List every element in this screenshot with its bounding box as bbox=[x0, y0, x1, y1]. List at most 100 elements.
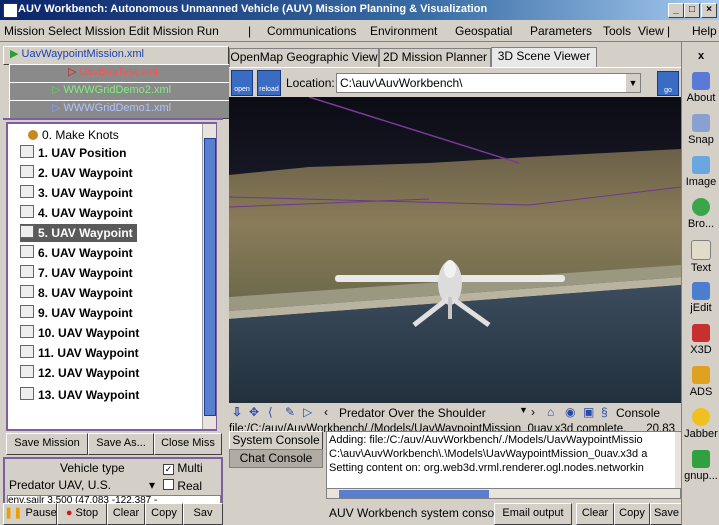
multi-checkbox[interactable]: ✓ Multi bbox=[163, 461, 203, 475]
prev-viewpoint-icon[interactable]: ‹ bbox=[324, 405, 328, 419]
email-output-button[interactable]: Email output bbox=[494, 503, 572, 525]
copy-console-button[interactable]: Copy bbox=[614, 503, 650, 525]
multi-label: Multi bbox=[177, 461, 203, 475]
menu-separator: | bbox=[248, 24, 252, 38]
rotate-icon[interactable]: ⟨ bbox=[268, 405, 273, 419]
go-button[interactable]: go bbox=[657, 71, 679, 96]
close-window-button[interactable]: × bbox=[701, 3, 717, 18]
stop-icon: ● bbox=[65, 507, 73, 519]
tree-item[interactable]: 2. UAV Waypoint bbox=[20, 164, 133, 182]
file-tab-wwwgrid1[interactable]: ▷ WWWGridDemo1.xml bbox=[9, 100, 263, 119]
tab-chat-console[interactable]: Chat Console bbox=[229, 449, 323, 468]
scroll-thumb[interactable] bbox=[204, 138, 216, 416]
go-label: go bbox=[664, 87, 672, 94]
x3d-button[interactable]: X3D bbox=[682, 324, 719, 356]
tree-item-label: 1. UAV Position bbox=[38, 146, 127, 160]
next-viewpoint-icon[interactable]: › bbox=[531, 405, 535, 419]
menu-environment[interactable]: Environment bbox=[370, 24, 437, 38]
jabber-button[interactable]: Jabber bbox=[682, 408, 719, 440]
snap-button[interactable]: Snap bbox=[682, 114, 719, 146]
about-label: About bbox=[686, 92, 716, 104]
stop-button[interactable]: ● Stop bbox=[57, 503, 107, 525]
console-hscrollbar[interactable] bbox=[326, 488, 681, 499]
tree-item[interactable]: 8. UAV Waypoint bbox=[20, 284, 133, 302]
browse-button[interactable]: Bro... bbox=[682, 198, 719, 230]
binoculars-icon[interactable]: ◉ bbox=[565, 405, 575, 419]
real-checkbox[interactable]: Real bbox=[163, 479, 202, 493]
play-icon[interactable]: ▷ bbox=[303, 405, 312, 419]
tree-scrollbar[interactable] bbox=[202, 124, 216, 429]
position-icon bbox=[20, 145, 34, 158]
tab-mission-planner[interactable]: 2D Mission Planner bbox=[379, 48, 491, 67]
waypoint-icon bbox=[20, 305, 34, 318]
save-log-button[interactable]: Sav bbox=[183, 503, 223, 525]
jedit-button[interactable]: jEdit bbox=[682, 282, 719, 314]
tree-item[interactable]: 6. UAV Waypoint bbox=[20, 244, 133, 262]
reload-button[interactable]: reload bbox=[257, 70, 281, 96]
tree-item[interactable]: 13. UAV Waypoint bbox=[20, 386, 139, 404]
ads-button[interactable]: ADS bbox=[682, 366, 719, 398]
menu-communications[interactable]: Communications bbox=[267, 24, 356, 38]
save-mission-button[interactable]: Save Mission bbox=[6, 433, 88, 455]
scroll-thumb[interactable] bbox=[339, 490, 489, 498]
mission-tree[interactable]: 0. Make Knots 1. UAV Position 2. UAV Way… bbox=[6, 122, 217, 431]
image-button[interactable]: Image bbox=[682, 156, 719, 188]
tree-item-make-knots[interactable]: 0. Make Knots bbox=[12, 126, 119, 144]
save-console-button[interactable]: Save bbox=[650, 503, 683, 525]
pan-icon[interactable]: ✥ bbox=[249, 405, 259, 419]
console-output[interactable]: Adding: file:/C:/auv/AuvWorkbench/./Mode… bbox=[326, 431, 687, 493]
home-icon[interactable]: ⌂ bbox=[547, 405, 554, 419]
chevron-down-icon[interactable]: ▼ bbox=[626, 74, 640, 92]
save-as-button[interactable]: Save As... bbox=[88, 433, 154, 455]
tree-item[interactable]: 11. UAV Waypoint bbox=[20, 344, 139, 362]
camera-icon bbox=[692, 114, 710, 132]
3d-scene-view[interactable] bbox=[229, 97, 681, 403]
clear-console-button[interactable]: Clear bbox=[576, 503, 614, 525]
gnuplot-button[interactable]: gnup... bbox=[682, 450, 719, 482]
file-tab-wwwgrid2[interactable]: ▷ WWWGridDemo2.xml bbox=[9, 82, 263, 101]
tree-item[interactable]: 1. UAV Position bbox=[20, 144, 126, 162]
nav-arrows-icon[interactable]: ⇩ bbox=[232, 405, 242, 419]
open-button[interactable]: open bbox=[231, 70, 253, 96]
menu-tools[interactable]: Tools bbox=[603, 24, 631, 38]
tab-3d-scene-viewer[interactable]: 3D Scene Viewer bbox=[491, 47, 597, 68]
tree-item-label: 8. UAV Waypoint bbox=[38, 286, 133, 300]
tree-item[interactable]: 4. UAV Waypoint bbox=[20, 204, 133, 222]
file-tab-uavwaypoint[interactable]: ▶ UavWaypointMission.xml bbox=[3, 46, 229, 65]
location-label: Location: bbox=[286, 76, 335, 90]
viewer-toolbar: open reload Location: C:\auv\AuvWorkbenc… bbox=[229, 67, 681, 97]
tab-system-console[interactable]: System Console bbox=[229, 431, 323, 450]
location-input[interactable]: C:\auv\AuvWorkbench\ ▼ bbox=[336, 73, 641, 93]
minimize-button[interactable]: _ bbox=[668, 3, 684, 18]
console-icon[interactable]: § bbox=[601, 405, 608, 419]
gnuplot-icon bbox=[692, 450, 710, 468]
text-button[interactable]: Text bbox=[682, 240, 719, 274]
close-mission-button[interactable]: Close Miss bbox=[154, 433, 222, 455]
clear-log-button[interactable]: Clear bbox=[107, 503, 145, 525]
about-button[interactable]: About bbox=[682, 72, 719, 104]
tree-item[interactable]: 9. UAV Waypoint bbox=[20, 304, 133, 322]
copy-log-button[interactable]: Copy bbox=[145, 503, 183, 525]
menu-mission[interactable]: Mission Select Mission Edit Mission Run bbox=[4, 24, 219, 38]
menu-view[interactable]: View bbox=[638, 24, 664, 38]
tree-item-label: 3. UAV Waypoint bbox=[38, 186, 133, 200]
menu-parameters[interactable]: Parameters bbox=[530, 24, 592, 38]
tree-item[interactable]: 12. UAV Waypoint bbox=[20, 364, 139, 382]
console-label[interactable]: Console bbox=[616, 406, 660, 420]
close-toolbar-button[interactable]: x bbox=[682, 50, 719, 62]
vehicle-select[interactable]: Predator UAV, U.S. ▾ bbox=[9, 477, 157, 493]
menu-geospatial[interactable]: Geospatial bbox=[455, 24, 512, 38]
walk-icon[interactable]: ✎ bbox=[285, 405, 295, 419]
chevron-down-icon[interactable]: ▼ bbox=[519, 405, 528, 415]
pause-button[interactable]: ❚❚ Pause bbox=[3, 503, 57, 525]
tab-openmap[interactable]: OpenMap Geographic View bbox=[229, 48, 379, 67]
tree-item[interactable]: 7. UAV Waypoint bbox=[20, 264, 133, 282]
tree-item[interactable]: 3. UAV Waypoint bbox=[20, 184, 133, 202]
fit-view-icon[interactable]: ▣ bbox=[583, 405, 594, 419]
maximize-button[interactable]: □ bbox=[684, 3, 700, 18]
location-value: C:\auv\AuvWorkbench\ bbox=[340, 76, 463, 90]
tree-item-selected[interactable]: 5. UAV Waypoint bbox=[20, 224, 137, 242]
tree-item[interactable]: 10. UAV Waypoint bbox=[20, 324, 139, 342]
menu-help[interactable]: Help bbox=[692, 24, 717, 38]
pause-label: Pause bbox=[25, 507, 57, 519]
